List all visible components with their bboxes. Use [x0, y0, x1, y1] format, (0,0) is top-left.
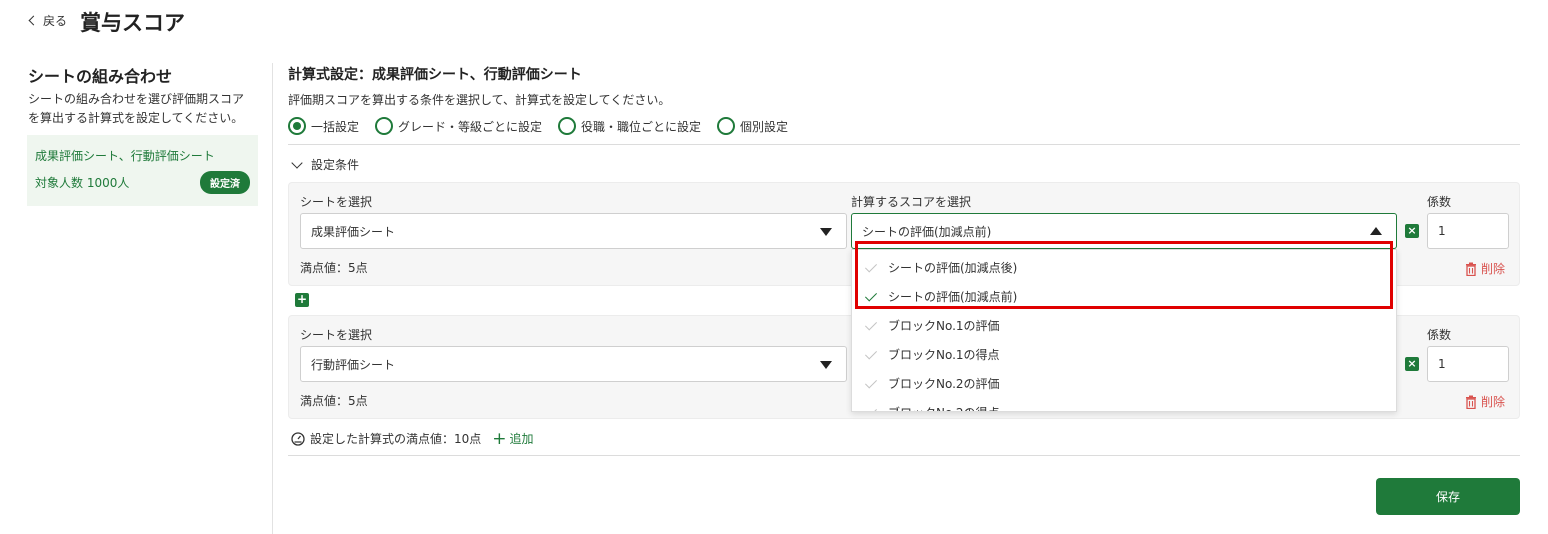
trash-icon [1466, 395, 1476, 409]
back-link[interactable]: 戻る [28, 12, 68, 29]
radio-by-grade[interactable]: グレード・等級ごとに設定 [375, 117, 542, 135]
max-score-text: 満点値：5点 [300, 394, 368, 408]
score-select-label: 計算するスコアを選択 [851, 195, 972, 209]
multiply-icon[interactable]: × [1405, 357, 1419, 371]
radio-bulk[interactable]: 一括設定 [288, 117, 359, 135]
trash-icon [1466, 262, 1476, 276]
delete-button[interactable]: 削除 [1465, 260, 1505, 277]
check-icon [864, 376, 878, 389]
dropdown-option[interactable]: ブロックNo.2の評価 [852, 369, 1396, 398]
combination-name: 成果評価シート、行動評価シート [35, 149, 215, 163]
coefficient-label: 係数 [1427, 195, 1452, 209]
dropdown-option[interactable]: ブロックNo.1の得点 [852, 340, 1396, 369]
gauge-icon [291, 431, 305, 446]
caret-down-icon [820, 228, 832, 236]
summary-text: 設定した計算式の満点値：10点 [310, 432, 482, 446]
multiply-icon[interactable]: × [1405, 224, 1419, 238]
radio-by-position[interactable]: 役職・職位ごとに設定 [558, 117, 701, 135]
max-score-summary: 設定した計算式の満点値：10点 + 追加 [291, 430, 534, 447]
formula-settings-desc: 評価期スコアを算出する条件を選択して、計算式を設定してください。 [288, 93, 671, 107]
formula-settings-title: 計算式設定：成果評価シート、行動評価シート [288, 67, 582, 83]
sheet-combination-card[interactable]: 成果評価シート、行動評価シート 対象人数 1000人 設定済 [27, 135, 258, 206]
vertical-divider [272, 63, 273, 534]
condition-toggle[interactable]: 設定条件 [290, 156, 359, 173]
page-title: 賞与スコア [80, 11, 185, 35]
radio-unselected-icon [558, 117, 577, 135]
radio-unselected-icon [375, 117, 394, 135]
coefficient-label: 係数 [1427, 328, 1452, 342]
sheet-select[interactable]: 成果評価シート [300, 213, 847, 249]
radio-individual[interactable]: 個別設定 [717, 117, 788, 135]
back-label: 戻る [43, 14, 68, 28]
check-icon [864, 318, 878, 331]
check-icon [864, 347, 878, 360]
setting-mode-radio-group: 一括設定 グレード・等級ごとに設定 役職・職位ごとに設定 個別設定 [288, 117, 788, 135]
target-count: 対象人数 1000人 [35, 176, 130, 190]
coefficient-input[interactable]: 1 [1427, 346, 1509, 382]
max-score-text: 満点値：5点 [300, 261, 368, 275]
plus-icon: + [492, 428, 507, 449]
sheet-select-label: シートを選択 [300, 328, 373, 342]
dropdown-option[interactable]: ブロックNo.1の評価 [852, 311, 1396, 340]
divider [288, 455, 1520, 456]
radio-selected-icon [288, 117, 306, 135]
status-badge: 設定済 [200, 171, 250, 194]
delete-button[interactable]: 削除 [1465, 393, 1505, 410]
dropdown-option[interactable]: ブロックNo.2の得点 [852, 398, 1396, 411]
sheet-select[interactable]: 行動評価シート [300, 346, 847, 382]
highlight-annotation [855, 241, 1393, 309]
sheet-select-label: シートを選択 [300, 195, 373, 209]
caret-up-icon [1370, 227, 1382, 235]
sheet-combination-desc: シートの組み合わせを選び評価期スコア を算出する計算式を設定してください。 [28, 92, 245, 125]
check-icon [864, 405, 878, 411]
divider [288, 144, 1520, 145]
caret-down-icon [820, 361, 832, 369]
chevron-left-icon [28, 15, 39, 26]
chevron-down-icon [291, 156, 303, 169]
radio-unselected-icon [717, 117, 736, 135]
add-sheet-button[interactable]: + [295, 293, 309, 307]
sheet-combination-title: シートの組み合わせ [28, 67, 173, 86]
add-link[interactable]: + 追加 [492, 430, 533, 447]
save-button[interactable]: 保存 [1376, 478, 1520, 515]
coefficient-input[interactable]: 1 [1427, 213, 1509, 249]
